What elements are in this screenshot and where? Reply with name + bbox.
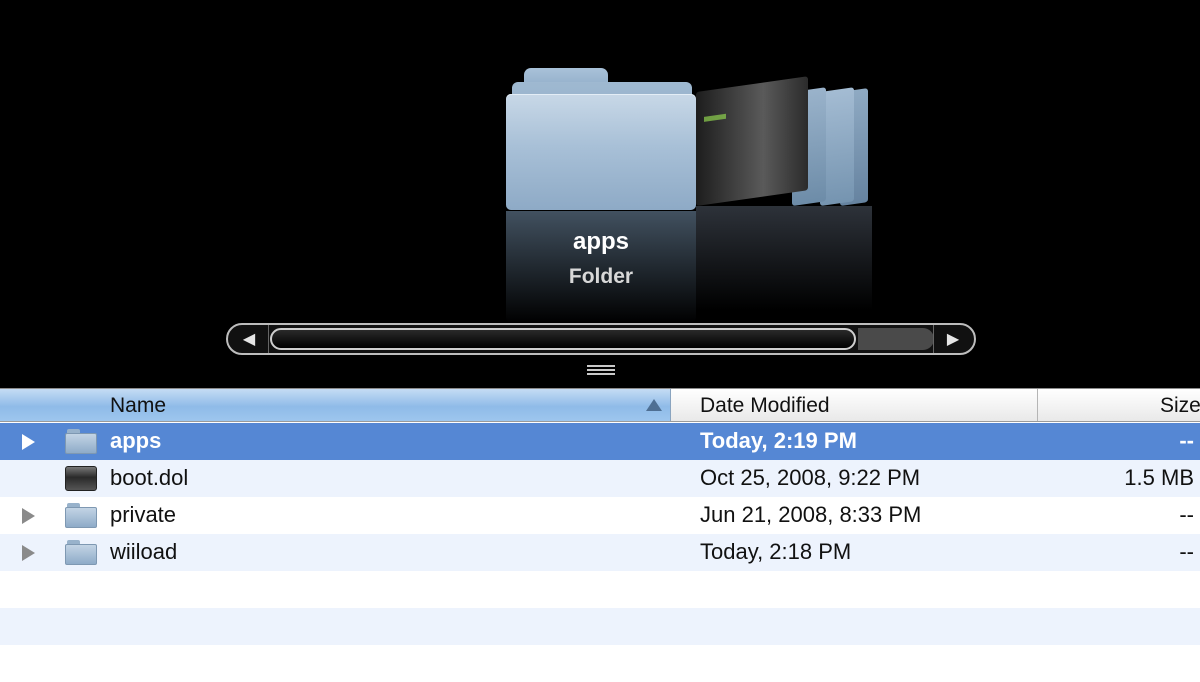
cover-flow-item-title: apps bbox=[572, 228, 629, 255]
sort-ascending-icon bbox=[646, 399, 662, 411]
file-name: apps bbox=[110, 428, 162, 453]
folder-icon bbox=[65, 429, 97, 454]
date-modified: Today, 2:18 PM bbox=[700, 539, 852, 564]
column-header-name-label: Name bbox=[110, 394, 167, 417]
file-list: Name Date Modified Size apps Today, 2:19… bbox=[0, 388, 1200, 675]
document-icon bbox=[696, 76, 808, 206]
cover-flow-side-items[interactable] bbox=[696, 76, 872, 210]
file-size: -- bbox=[1179, 428, 1194, 453]
column-header-date-modified[interactable]: Date Modified bbox=[671, 389, 1038, 421]
cover-flow-folder-icon[interactable] bbox=[506, 68, 696, 210]
file-size: -- bbox=[1179, 502, 1194, 527]
resize-grip-icon[interactable] bbox=[587, 365, 615, 377]
list-row-wiiload[interactable]: wiiload Today, 2:18 PM -- bbox=[0, 534, 1200, 571]
date-modified: Jun 21, 2008, 8:33 PM bbox=[700, 502, 922, 527]
file-size: 1.5 MB bbox=[1124, 465, 1194, 490]
document-icon bbox=[65, 466, 97, 491]
file-name: private bbox=[110, 502, 177, 527]
list-row-boot-dol[interactable]: boot.dol Oct 25, 2008, 9:22 PM 1.5 MB bbox=[0, 460, 1200, 497]
column-header-size-label: Size bbox=[1160, 394, 1200, 417]
empty-row bbox=[0, 608, 1200, 645]
disclosure-triangle-icon[interactable] bbox=[22, 434, 35, 450]
scrollbar-thumb[interactable] bbox=[270, 328, 856, 350]
disclosure-triangle-icon[interactable] bbox=[22, 545, 35, 561]
folder-icon bbox=[65, 503, 97, 528]
scroll-left-arrow-icon[interactable]: ◀ bbox=[230, 325, 269, 353]
column-header-name[interactable]: Name bbox=[0, 389, 671, 421]
file-size: -- bbox=[1179, 539, 1194, 564]
cover-flow-item-kind: Folder bbox=[568, 265, 634, 288]
side-items-reflection bbox=[696, 206, 872, 310]
scrollbar-track[interactable] bbox=[858, 328, 934, 350]
file-name: boot.dol bbox=[110, 465, 189, 490]
scroll-right-arrow-icon[interactable]: ▶ bbox=[933, 325, 972, 353]
cover-flow-scrollbar[interactable]: ◀ ▶ bbox=[226, 323, 976, 355]
list-header: Name Date Modified Size bbox=[0, 388, 1200, 422]
empty-row bbox=[0, 645, 1200, 682]
date-modified: Oct 25, 2008, 9:22 PM bbox=[700, 465, 921, 490]
list-row-apps[interactable]: apps Today, 2:19 PM -- bbox=[0, 423, 1200, 460]
disclosure-triangle-icon[interactable] bbox=[22, 508, 35, 524]
column-header-size[interactable]: Size bbox=[1038, 389, 1200, 421]
folder-icon bbox=[65, 540, 97, 565]
date-modified: Today, 2:19 PM bbox=[700, 428, 857, 453]
column-header-date-label: Date Modified bbox=[700, 394, 830, 417]
file-name: wiiload bbox=[110, 539, 178, 564]
cover-flow-view: apps Folder ◀ ▶ bbox=[0, 0, 1200, 388]
list-row-private[interactable]: private Jun 21, 2008, 8:33 PM -- bbox=[0, 497, 1200, 534]
empty-row bbox=[0, 571, 1200, 608]
